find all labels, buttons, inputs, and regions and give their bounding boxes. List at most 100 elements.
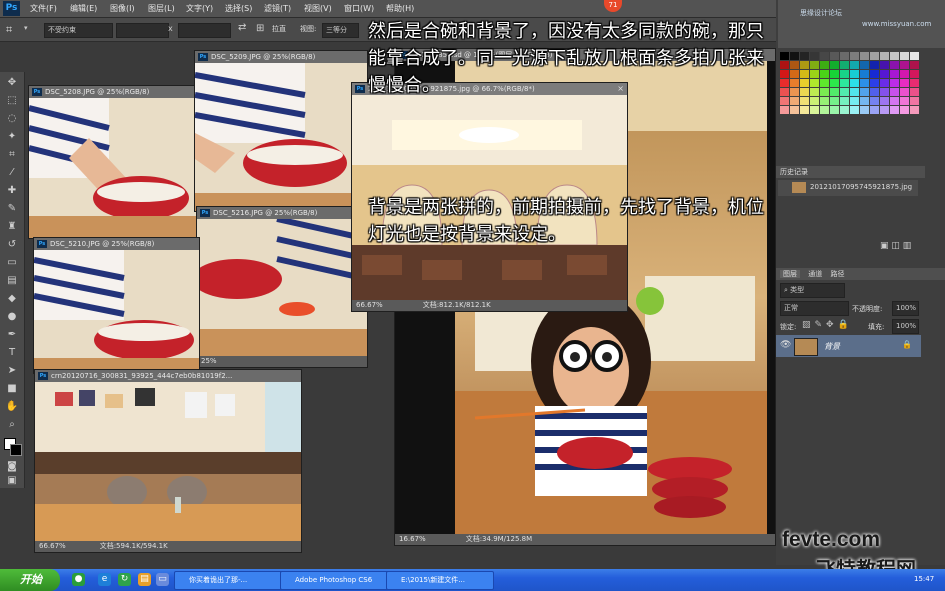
swatch-cell[interactable]	[870, 70, 879, 78]
swatch-cell[interactable]	[820, 52, 829, 60]
chevron-down-icon[interactable]: ▾	[24, 24, 28, 32]
swatch-cell[interactable]	[880, 61, 889, 69]
swatch-cell[interactable]	[830, 52, 839, 60]
swatch-cell[interactable]	[810, 52, 819, 60]
swatch-cell[interactable]	[820, 106, 829, 114]
pen-tool-icon[interactable]: ✒	[5, 328, 19, 342]
swatch-cell[interactable]	[820, 88, 829, 96]
layer-row-background[interactable]: 👁 背景 🔒	[776, 335, 921, 357]
opacity-input[interactable]: 100%	[892, 301, 919, 316]
taskbar-item-photoshop[interactable]: Adobe Photoshop CS6	[280, 571, 392, 590]
swatch-cell[interactable]	[880, 97, 889, 105]
tab-channels[interactable]: 通道	[808, 270, 822, 278]
brush-tool-icon[interactable]: ✎	[5, 202, 19, 216]
browser-icon[interactable]: e	[98, 573, 111, 586]
swatch-cell[interactable]	[810, 70, 819, 78]
straighten-label[interactable]: 拉直	[272, 24, 286, 34]
swatch-cell[interactable]	[810, 106, 819, 114]
swatch-cell[interactable]	[910, 79, 919, 87]
folder-icon[interactable]: ▤	[138, 573, 151, 586]
swatch-cell[interactable]	[840, 70, 849, 78]
swatch-cell[interactable]	[840, 106, 849, 114]
swatch-cell[interactable]	[880, 70, 889, 78]
background-color-swatch[interactable]	[10, 444, 22, 456]
swatch-cell[interactable]	[800, 52, 809, 60]
crop-ratio-select[interactable]: 不受约束	[44, 23, 113, 38]
swatch-cell[interactable]	[830, 79, 839, 87]
swatch-cell[interactable]	[900, 106, 909, 114]
swatch-cell[interactable]	[780, 88, 789, 96]
document-window-dsc5208[interactable]: Ps DSC_5208.JPG @ 25%(RGB/8)	[28, 85, 198, 239]
type-tool-icon[interactable]: T	[5, 346, 19, 360]
swatch-cell[interactable]	[820, 97, 829, 105]
swatch-cell[interactable]	[830, 61, 839, 69]
document-window-dsc5209[interactable]: Ps DSC_5209.JPG @ 25%(RGB/8)	[194, 50, 368, 212]
swatch-cell[interactable]	[780, 70, 789, 78]
straighten-icon[interactable]: ⊞	[256, 23, 264, 34]
swatch-cell[interactable]	[850, 52, 859, 60]
history-panel-header[interactable]: 历史记录	[776, 166, 925, 178]
swatch-cell[interactable]	[850, 106, 859, 114]
swatch-cell[interactable]	[910, 61, 919, 69]
swatch-cell[interactable]	[790, 79, 799, 87]
snapshot-icon[interactable]: ▣	[880, 241, 889, 251]
document-window-restaurant[interactable]: Ps crn20120716_300831_93925_444c7eb0b8101…	[34, 369, 302, 553]
menu-file[interactable]: 文件(F)	[30, 3, 57, 14]
swatch-cell[interactable]	[820, 79, 829, 87]
path-select-tool-icon[interactable]: ➤	[5, 364, 19, 378]
swatch-cell[interactable]	[810, 79, 819, 87]
swatch-cell[interactable]	[830, 70, 839, 78]
swatch-cell[interactable]	[870, 61, 879, 69]
swatch-cell[interactable]	[860, 52, 869, 60]
swatch-cell[interactable]	[790, 97, 799, 105]
swatch-cell[interactable]	[780, 106, 789, 114]
screen-mode-icon[interactable]: ▣	[5, 474, 19, 488]
menu-layer[interactable]: 图层(L)	[148, 3, 175, 14]
tab-layers[interactable]: 图层	[780, 270, 800, 278]
start-button[interactable]: 开始	[0, 569, 60, 591]
menu-window[interactable]: 窗口(W)	[344, 3, 374, 14]
quick-mask-icon[interactable]: ◙	[5, 460, 19, 474]
swatch-cell[interactable]	[790, 88, 799, 96]
swatch-cell[interactable]	[820, 70, 829, 78]
window-title[interactable]: Ps DSC_5208.JPG @ 25%(RGB/8)	[29, 86, 197, 98]
close-icon[interactable]: ×	[617, 83, 624, 95]
window-title[interactable]: Ps DSC_5216.JPG @ 25%(RGB/8)	[197, 207, 367, 219]
swatch-cell[interactable]	[900, 70, 909, 78]
swatch-cell[interactable]	[860, 106, 869, 114]
swatch-cell[interactable]	[900, 61, 909, 69]
swatch-cell[interactable]	[880, 52, 889, 60]
new-state-icon[interactable]: ◫	[891, 241, 900, 251]
swatch-cell[interactable]	[800, 88, 809, 96]
swatch-cell[interactable]	[900, 97, 909, 105]
swatch-cell[interactable]	[800, 106, 809, 114]
move-tool-icon[interactable]: ✥	[5, 76, 19, 90]
swatch-cell[interactable]	[780, 52, 789, 60]
width-input[interactable]	[116, 23, 169, 38]
marquee-tool-icon[interactable]: ⬚	[5, 94, 19, 108]
desktop-icon[interactable]: ▭	[156, 573, 169, 586]
quicklaunch-icon[interactable]: ●	[72, 573, 85, 586]
swatch-cell[interactable]	[890, 88, 899, 96]
swatch-cell[interactable]	[870, 79, 879, 87]
swatch-cell[interactable]	[840, 79, 849, 87]
swatch-cell[interactable]	[910, 70, 919, 78]
lock-icons[interactable]: ▨✎✥🔒	[802, 320, 853, 330]
swatch-cell[interactable]	[780, 61, 789, 69]
menu-type[interactable]: 文字(Y)	[186, 3, 213, 14]
menu-view[interactable]: 视图(V)	[304, 3, 332, 14]
magic-wand-tool-icon[interactable]: ✦	[5, 130, 19, 144]
swatch-cell[interactable]	[900, 79, 909, 87]
swatch-cell[interactable]	[840, 61, 849, 69]
swatch-cell[interactable]	[830, 88, 839, 96]
history-item[interactable]: 20121017095745921875.jpg	[778, 180, 918, 196]
swatch-cell[interactable]	[850, 61, 859, 69]
dodge-tool-icon[interactable]: ●	[5, 310, 19, 324]
document-window-dsc5216[interactable]: Ps DSC_5216.JPG @ 25%(RGB/8) 25%	[196, 206, 368, 368]
menu-select[interactable]: 选择(S)	[225, 3, 252, 14]
swatch-cell[interactable]	[890, 79, 899, 87]
swatch-cell[interactable]	[860, 88, 869, 96]
layer-kind-filter[interactable]: ⌕ 类型	[780, 283, 845, 298]
swatch-cell[interactable]	[790, 61, 799, 69]
swatch-cell[interactable]	[880, 106, 889, 114]
